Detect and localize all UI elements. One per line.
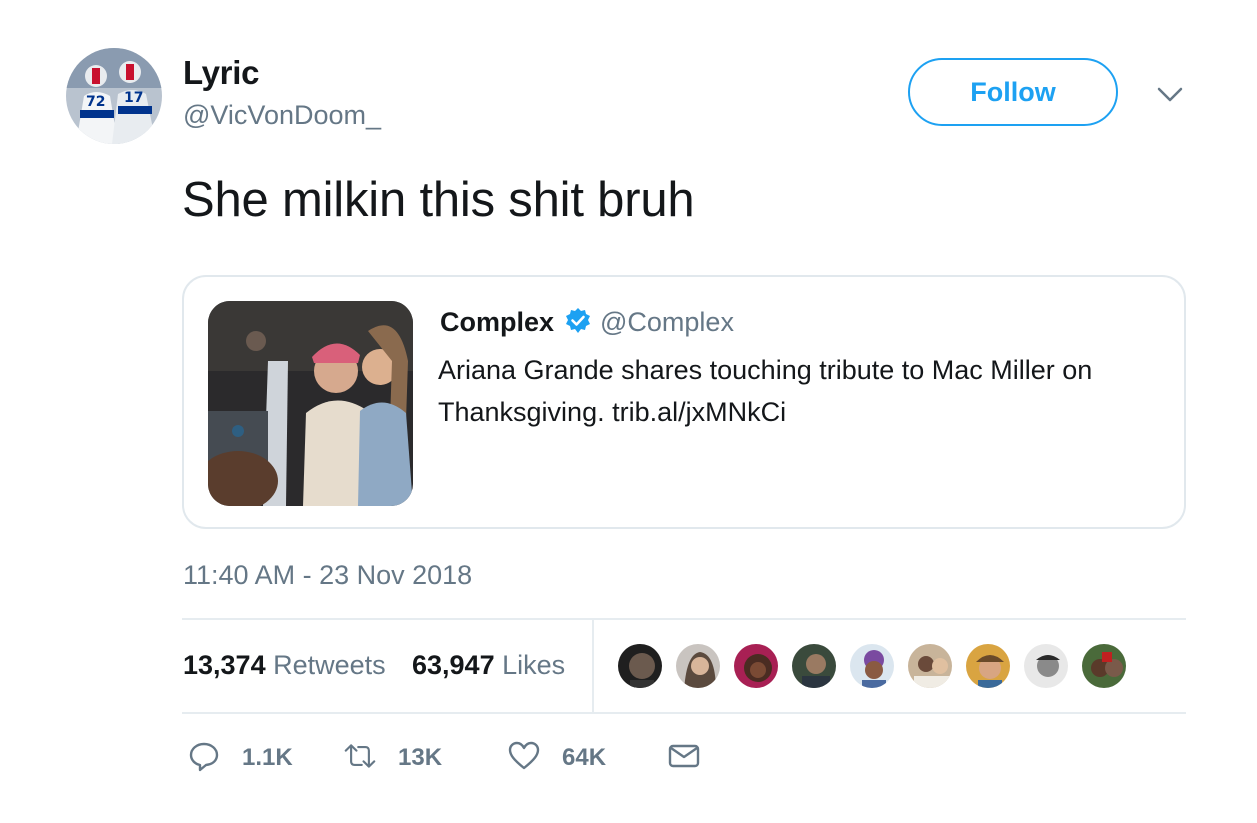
reply-button[interactable]: 1.1K: [188, 740, 293, 776]
direct-message-button[interactable]: [668, 740, 700, 776]
quoted-author-name: Complex: [440, 307, 555, 337]
quoted-tweet-text: Ariana Grande shares touching tribute to…: [438, 355, 1093, 427]
tweet-timestamp[interactable]: 11:40 AM - 23 Nov 2018: [183, 560, 472, 591]
svg-text:72: 72: [86, 94, 105, 110]
author-name[interactable]: Lyric: [183, 54, 259, 92]
like-button[interactable]: 64K: [508, 740, 606, 776]
quoted-tweet-thumbnail: [208, 301, 413, 506]
tweet-text: She milkin this shit bruh: [182, 173, 695, 227]
liker-avatar[interactable]: [906, 642, 954, 690]
liker-avatar[interactable]: [674, 642, 722, 690]
envelope-icon: [668, 740, 700, 777]
liker-avatar[interactable]: [732, 642, 780, 690]
retweet-button[interactable]: 13K: [344, 740, 442, 776]
divider: [182, 712, 1186, 714]
author-avatar[interactable]: 72 17: [66, 48, 162, 144]
reply-icon: [188, 740, 220, 777]
retweets-count: 13,374: [183, 650, 266, 680]
svg-text:17: 17: [124, 90, 143, 106]
quoted-tweet-card[interactable]: Complex @Complex Ariana Grande shares to…: [182, 275, 1186, 529]
likes-stat[interactable]: 63,947 Likes: [412, 650, 565, 681]
liker-avatar[interactable]: [1022, 642, 1070, 690]
stats-separator: [592, 620, 594, 712]
heart-icon: [508, 740, 540, 777]
retweet-icon: [344, 740, 376, 777]
author-handle[interactable]: @VicVonDoom_: [183, 100, 381, 131]
verified-badge-icon: [564, 307, 592, 335]
liker-avatar[interactable]: [964, 642, 1012, 690]
follow-button[interactable]: Follow: [908, 58, 1118, 126]
like-count: 64K: [562, 744, 607, 771]
liker-avatar[interactable]: [790, 642, 838, 690]
liker-avatar[interactable]: [848, 642, 896, 690]
retweets-label: Retweets: [273, 650, 386, 680]
liker-avatar[interactable]: [1080, 642, 1128, 690]
divider: [182, 618, 1186, 620]
likes-count: 63,947: [412, 650, 495, 680]
likes-label: Likes: [502, 650, 566, 680]
retweets-stat[interactable]: 13,374 Retweets: [183, 650, 386, 681]
liker-avatar[interactable]: [616, 642, 664, 690]
chevron-down-icon[interactable]: [1156, 82, 1184, 106]
quoted-author-handle: @Complex: [600, 307, 734, 337]
retweet-count: 13K: [398, 744, 443, 771]
reply-count: 1.1K: [242, 744, 293, 771]
